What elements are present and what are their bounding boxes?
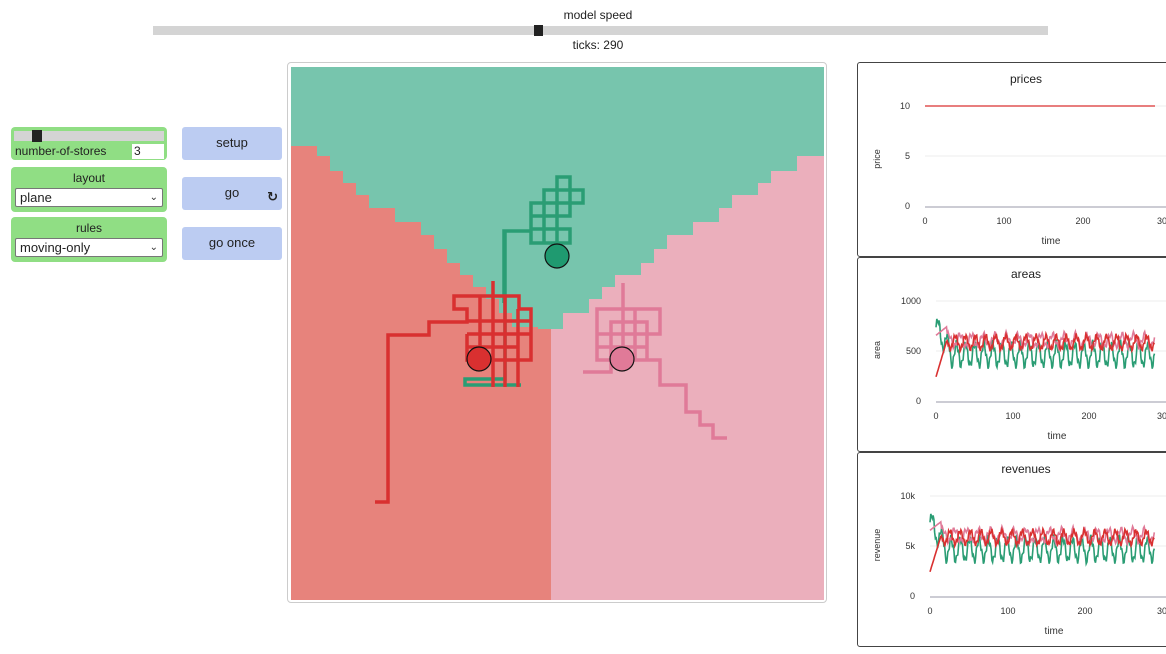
y-axis-label: price xyxy=(872,149,882,169)
forever-icon: ↻ xyxy=(267,189,278,204)
world-view[interactable] xyxy=(291,67,824,600)
x-tick: 30 xyxy=(1157,216,1166,226)
x-axis-label: time xyxy=(1042,236,1061,247)
pink-store xyxy=(609,346,635,372)
y-tick: 10 xyxy=(900,101,910,111)
x-tick: 30 xyxy=(1157,606,1166,616)
y-tick: 5k xyxy=(905,541,915,551)
areas-plot: areas area time 0 500 1000 0 100 200 30 xyxy=(857,257,1166,452)
rules-select[interactable]: moving-only ⌄ xyxy=(15,238,163,257)
layout-chooser: layout plane ⌄ xyxy=(11,167,167,212)
setup-button[interactable]: setup xyxy=(182,127,282,160)
plot-title: prices xyxy=(1010,72,1042,86)
layout-chooser-title: layout xyxy=(72,171,106,185)
chevron-down-icon: ⌄ xyxy=(149,192,158,203)
plot-title: areas xyxy=(1011,267,1041,281)
x-tick: 100 xyxy=(1000,606,1015,616)
layout-selected-value: plane xyxy=(20,190,52,205)
y-axis-label: revenue xyxy=(872,529,882,562)
slider-value[interactable]: 3 xyxy=(132,144,164,159)
model-speed-slider[interactable] xyxy=(153,26,1048,35)
x-axis-label: time xyxy=(1045,626,1064,637)
green-store xyxy=(544,243,570,269)
chevron-down-icon: ⌄ xyxy=(149,242,158,253)
x-tick: 100 xyxy=(996,216,1011,226)
y-tick: 500 xyxy=(906,346,921,356)
y-axis-label: area xyxy=(872,341,882,359)
x-tick: 0 xyxy=(933,411,938,421)
rules-chooser-title: rules xyxy=(75,221,102,235)
x-tick: 200 xyxy=(1075,216,1090,226)
y-tick: 1000 xyxy=(901,296,921,306)
y-tick: 5 xyxy=(905,151,910,161)
x-tick: 0 xyxy=(922,216,927,226)
go-once-button[interactable]: go once xyxy=(182,227,282,260)
revenues-plot: revenues revenue time 0 5k 10k 0 100 200… xyxy=(857,452,1166,647)
go-button[interactable]: go ↻ xyxy=(182,177,282,210)
x-tick: 200 xyxy=(1081,411,1096,421)
red-store xyxy=(466,346,492,372)
slider-thumb[interactable] xyxy=(32,130,42,142)
x-axis-label: time xyxy=(1048,431,1067,442)
x-tick: 100 xyxy=(1005,411,1020,421)
slider-label: number-of-stores xyxy=(15,144,107,158)
y-tick: 0 xyxy=(905,201,910,211)
model-speed-label: model speed xyxy=(563,8,633,22)
x-tick: 200 xyxy=(1077,606,1092,616)
layout-select[interactable]: plane ⌄ xyxy=(15,188,163,207)
y-tick: 10k xyxy=(900,491,915,501)
rules-selected-value: moving-only xyxy=(20,240,91,255)
prices-plot: prices price time 0 5 10 0 100 200 30 xyxy=(857,62,1166,257)
model-speed-slider-thumb[interactable] xyxy=(534,25,543,36)
plot-title: revenues xyxy=(1001,462,1050,476)
x-tick: 0 xyxy=(927,606,932,616)
x-tick: 30 xyxy=(1157,411,1166,421)
ticks-counter: ticks: 290 xyxy=(572,38,624,52)
y-tick: 0 xyxy=(910,591,915,601)
go-button-label: go xyxy=(224,185,240,200)
rules-chooser: rules moving-only ⌄ xyxy=(11,217,167,262)
y-tick: 0 xyxy=(916,396,921,406)
number-of-stores-slider[interactable]: number-of-stores 3 xyxy=(11,127,167,160)
